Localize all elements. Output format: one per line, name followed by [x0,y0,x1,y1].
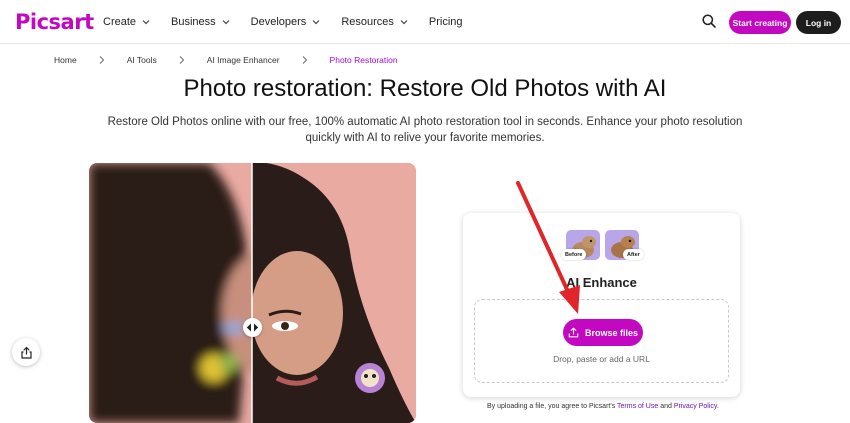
chevron-down-icon [222,20,230,25]
nav-developers-label: Developers [250,16,307,28]
portrait-illustration [89,163,416,423]
nav-business-label: Business [171,16,216,28]
upload-card: Before After AI Enhance Browse files Dro… [463,213,740,397]
browse-files-button[interactable]: Browse files [563,319,643,346]
drag-arrows-icon [246,323,259,332]
breadcrumb-photo-restoration: Photo Restoration [329,55,398,65]
chevron-right-icon [99,56,104,64]
terms-prefix: By uploading a file, you agree to Picsar… [487,403,618,410]
before-after-photo [89,163,416,423]
nav-business[interactable]: Business [171,16,231,28]
breadcrumb-ai-image-enhancer[interactable]: AI Image Enhancer [207,55,280,65]
login-button[interactable]: Log in [796,11,841,34]
start-creating-button[interactable]: Start creating [729,11,791,34]
privacy-policy-link[interactable]: Privacy Policy [674,403,717,410]
card-title: AI Enhance [566,275,637,290]
share-button[interactable] [12,338,40,366]
page-subtitle: Restore Old Photos online with our free,… [107,116,743,144]
breadcrumb-ai-tools[interactable]: AI Tools [127,55,157,65]
file-dropzone[interactable]: Browse files Drop, paste or add a URL [474,299,729,383]
browse-files-label: Browse files [584,327,639,338]
nav-developers[interactable]: Developers [251,16,322,28]
after-tag: After [623,249,644,260]
dropzone-hint: Drop, paste or add a URL [553,354,650,364]
top-navbar: Picsart Create Business Developers Resou… [0,0,850,44]
chevron-down-icon [400,20,408,25]
main-menu: Create Business Developers Resources Pri… [103,16,483,28]
terms-suffix: . [716,403,719,410]
terms-and: and [658,403,674,410]
breadcrumb: Home AI Tools AI Image Enhancer Photo Re… [54,55,398,65]
nav-create-label: Create [103,16,137,28]
chevron-right-icon [302,56,307,64]
chevron-down-icon [142,20,150,25]
breadcrumb-home[interactable]: Home [54,55,77,65]
upload-icon [568,327,579,338]
terms-notice: By uploading a file, you agree to Picsar… [487,403,719,410]
page-title: Photo restoration: Restore Old Photos wi… [183,75,667,102]
compare-slider-handle[interactable] [243,318,262,337]
nav-resources[interactable]: Resources [341,16,409,28]
terms-of-use-link[interactable]: Terms of Use [617,403,658,410]
nav-pricing[interactable]: Pricing [429,16,463,28]
nav-resources-label: Resources [341,16,394,28]
chevron-right-icon [179,56,184,64]
nav-pricing-label: Pricing [428,16,463,28]
chevron-down-icon [312,20,320,25]
search-icon[interactable] [701,13,717,29]
before-tag: Before [561,249,587,260]
picsart-logo[interactable]: Picsart [15,10,94,34]
nav-create[interactable]: Create [103,16,151,28]
share-icon [20,346,32,359]
